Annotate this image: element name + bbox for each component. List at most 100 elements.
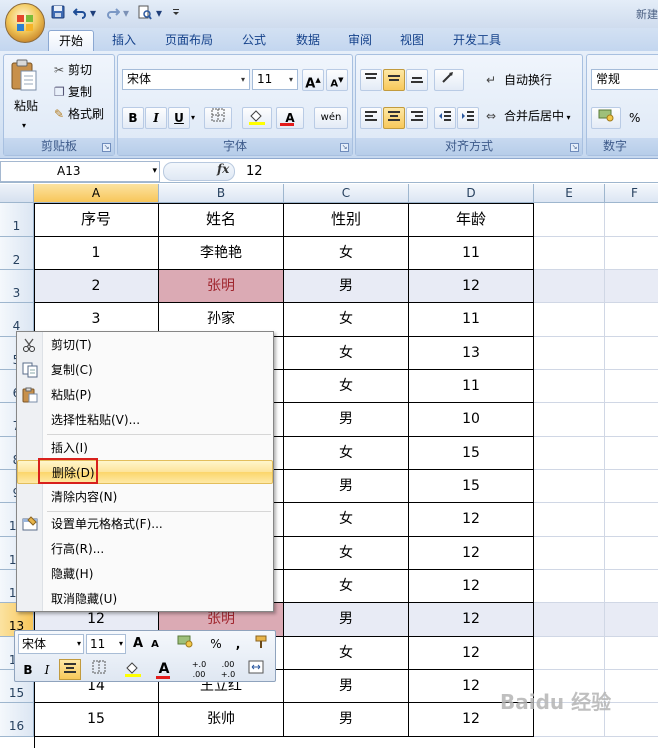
mini-increase-decimal-button[interactable]: +.0 .00 (185, 660, 213, 680)
row-header[interactable]: 16 (0, 703, 34, 737)
table-cell[interactable]: 男 (284, 703, 409, 737)
preview-dropdown-icon[interactable]: ▾ (156, 5, 162, 22)
tab-home[interactable]: 开始 (48, 30, 94, 51)
table-cell[interactable]: 女 (284, 303, 409, 337)
empty-cell[interactable] (534, 637, 605, 670)
copy-button[interactable]: ❐ 复制 (54, 83, 92, 101)
italic-button[interactable]: I (145, 107, 167, 129)
menu-item-paste[interactable]: 粘贴(P) (17, 383, 273, 407)
table-cell[interactable]: 2 (34, 270, 159, 303)
mini-comma-button[interactable]: , (232, 634, 244, 654)
align-middle-button[interactable] (383, 69, 405, 91)
empty-cell[interactable] (534, 470, 605, 503)
mini-font-color-button[interactable]: A (151, 659, 177, 679)
table-cell[interactable]: 1 (34, 237, 159, 270)
tab-insert[interactable]: 插入 (102, 30, 146, 51)
name-box[interactable]: A13 ▾ (0, 161, 160, 182)
column-header-a[interactable]: A (34, 184, 159, 203)
menu-item-insert[interactable]: 插入(I) (17, 436, 273, 460)
empty-cell[interactable] (605, 237, 658, 270)
column-header-e[interactable]: E (534, 184, 605, 203)
paste-button[interactable]: 粘贴 (14, 97, 38, 115)
font-name-combo[interactable]: 宋体 ▾ (122, 69, 250, 90)
tab-data[interactable]: 数据 (286, 30, 330, 51)
table-cell[interactable]: 女 (284, 437, 409, 470)
empty-cell[interactable] (605, 303, 658, 337)
mini-merge-button[interactable] (245, 660, 267, 680)
font-size-combo[interactable]: 11 ▾ (252, 69, 298, 90)
column-header-f[interactable]: F (605, 184, 658, 203)
menu-item-paste-special[interactable]: 选择性粘贴(V)... (17, 408, 273, 432)
mini-borders-button[interactable] (87, 660, 111, 680)
customize-qat-icon[interactable] (172, 5, 180, 22)
paste-icon[interactable] (10, 59, 38, 96)
bold-button[interactable]: B (122, 107, 144, 129)
table-header-cell[interactable]: 年龄 (409, 203, 534, 237)
mini-font-combo[interactable]: 宋体 ▾ (18, 634, 84, 654)
table-cell[interactable]: 女 (284, 637, 409, 670)
increase-indent-button[interactable] (457, 107, 479, 129)
menu-item-row-height[interactable]: 行高(R)... (17, 537, 273, 561)
align-top-button[interactable] (360, 69, 382, 91)
table-cell[interactable]: 张帅 (159, 703, 284, 737)
menu-item-hide[interactable]: 隐藏(H) (17, 562, 273, 586)
row-header[interactable]: 2 (0, 237, 34, 270)
mini-percent-button[interactable]: % (208, 634, 224, 654)
redo-icon[interactable] (106, 5, 120, 22)
tab-formulas[interactable]: 公式 (232, 30, 276, 51)
merge-center-button[interactable]: ⇔ 合并后居中 ▾ (486, 107, 571, 127)
formula-input[interactable]: 12 (246, 164, 263, 179)
column-header-b[interactable]: B (159, 184, 284, 203)
empty-cell[interactable] (605, 403, 658, 437)
tab-developer[interactable]: 开发工具 (444, 30, 510, 51)
currency-button[interactable] (591, 107, 621, 129)
empty-cell[interactable] (605, 570, 658, 603)
empty-cell[interactable] (605, 470, 658, 503)
empty-cell[interactable] (605, 370, 658, 403)
empty-cell[interactable] (605, 437, 658, 470)
empty-cell[interactable] (605, 337, 658, 370)
empty-cell[interactable] (605, 603, 658, 637)
empty-cell[interactable] (534, 270, 605, 303)
table-cell[interactable]: 11 (409, 303, 534, 337)
empty-cell[interactable] (534, 603, 605, 637)
empty-cell[interactable] (534, 237, 605, 270)
row-header[interactable]: 3 (0, 270, 34, 303)
menu-item-unhide[interactable]: 取消隐藏(U) (17, 587, 273, 611)
empty-cell[interactable] (534, 503, 605, 537)
save-icon[interactable] (51, 5, 65, 22)
number-format-combo[interactable]: 常规 (591, 69, 658, 90)
percent-button[interactable]: % (629, 109, 640, 127)
table-header-cell[interactable]: 性别 (284, 203, 409, 237)
empty-cell[interactable] (605, 537, 658, 570)
table-cell[interactable]: 12 (409, 270, 534, 303)
align-center-button[interactable] (383, 107, 405, 129)
alignment-launcher-icon[interactable]: ↘ (570, 143, 579, 152)
column-header-d[interactable]: D (409, 184, 534, 203)
empty-cell[interactable] (534, 370, 605, 403)
table-cell[interactable]: 12 (409, 537, 534, 570)
table-header-cell[interactable]: 姓名 (159, 203, 284, 237)
font-launcher-icon[interactable]: ↘ (340, 143, 349, 152)
menu-item-copy[interactable]: 复制(C) (17, 358, 273, 382)
table-cell[interactable]: 10 (409, 403, 534, 437)
table-cell[interactable]: 15 (409, 470, 534, 503)
table-cell[interactable]: 12 (409, 603, 534, 637)
paste-dropdown-icon[interactable]: ▾ (22, 117, 26, 135)
table-cell[interactable]: 女 (284, 370, 409, 403)
mini-center-button[interactable] (59, 659, 81, 680)
empty-cell[interactable] (534, 203, 605, 237)
phonetic-button[interactable]: wén (314, 107, 348, 129)
tab-view[interactable]: 视图 (390, 30, 434, 51)
table-cell[interactable]: 女 (284, 237, 409, 270)
table-cell[interactable]: 女 (284, 537, 409, 570)
table-cell[interactable]: 李艳艳 (159, 237, 284, 270)
font-color-button[interactable]: A (276, 107, 304, 129)
undo-dropdown-icon[interactable]: ▾ (90, 5, 96, 22)
borders-button[interactable] (204, 107, 232, 129)
align-bottom-button[interactable] (406, 69, 428, 91)
empty-cell[interactable] (605, 503, 658, 537)
mini-currency-button[interactable] (173, 634, 197, 654)
cut-button[interactable]: ✂ 剪切 (54, 61, 92, 79)
office-button[interactable] (5, 3, 45, 43)
